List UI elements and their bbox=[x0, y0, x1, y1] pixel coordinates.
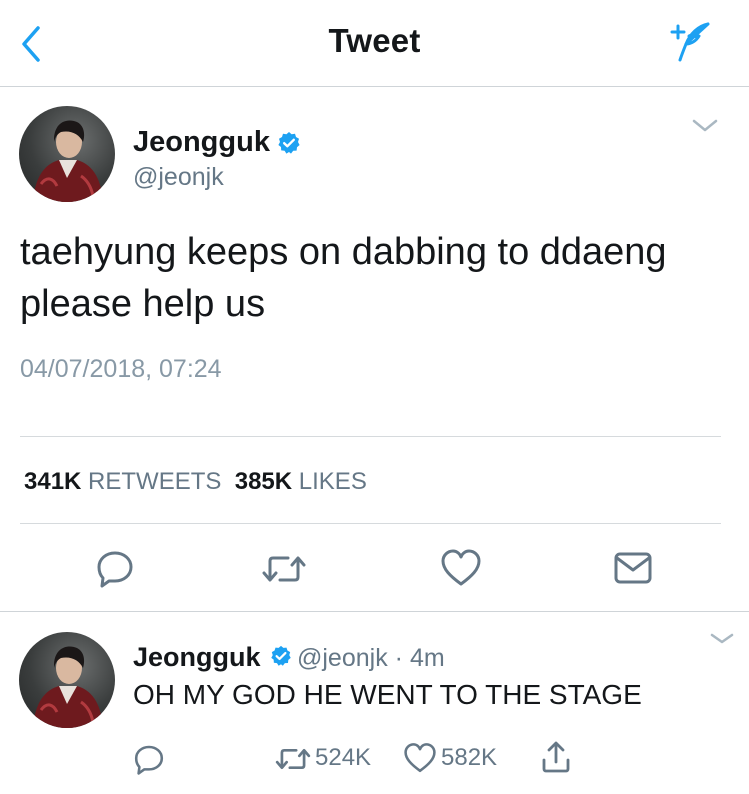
verified-badge-icon bbox=[270, 645, 292, 667]
author-name[interactable]: Jeongguk bbox=[133, 642, 261, 673]
retweets-label: RETWEETS bbox=[88, 468, 222, 495]
retweet-button[interactable] bbox=[274, 743, 312, 775]
like-count: 582K bbox=[441, 744, 498, 771]
likes-stat[interactable]: 385K LIKES bbox=[235, 468, 367, 495]
compose-tweet-icon bbox=[670, 22, 710, 62]
like-icon bbox=[441, 549, 481, 586]
chevron-down-icon bbox=[692, 119, 718, 132]
retweet-icon bbox=[262, 556, 306, 582]
profile-photo bbox=[33, 120, 103, 202]
profile-photo bbox=[33, 646, 103, 728]
relative-time: 4m bbox=[409, 644, 445, 672]
retweets-count: 341K bbox=[24, 468, 82, 495]
avatar[interactable] bbox=[19, 632, 115, 728]
reply-icon bbox=[97, 551, 133, 588]
tweet-options-button[interactable] bbox=[690, 116, 720, 136]
compose-tweet-button[interactable] bbox=[664, 18, 714, 66]
reply-button[interactable] bbox=[95, 548, 135, 588]
divider bbox=[0, 611, 749, 612]
meta-separator: · bbox=[394, 644, 403, 672]
author-handle[interactable]: @jeonjk bbox=[133, 163, 224, 192]
tweet-timestamp: 04/07/2018, 07:24 bbox=[20, 355, 222, 383]
retweets-stat[interactable]: 341K RETWEETS bbox=[24, 468, 221, 495]
tweet-stats: 341K RETWEETS 385K LIKES bbox=[24, 468, 367, 496]
chevron-down-icon bbox=[710, 633, 734, 644]
divider bbox=[20, 436, 721, 437]
like-button[interactable] bbox=[403, 742, 437, 774]
reply-meta: @jeonjk · 4m bbox=[297, 644, 445, 673]
reply-icon bbox=[134, 745, 164, 775]
tweet-options-button[interactable] bbox=[708, 630, 736, 648]
avatar[interactable] bbox=[19, 106, 115, 202]
tweet-text: taehyung keeps on dabbing to ddaeng plea… bbox=[20, 231, 667, 325]
like-icon bbox=[404, 743, 436, 773]
likes-label: LIKES bbox=[298, 468, 367, 495]
retweet-count: 524K bbox=[315, 744, 372, 771]
author-name[interactable]: Jeongguk bbox=[133, 126, 270, 159]
verified-badge-icon bbox=[277, 131, 301, 155]
page-title: Tweet bbox=[328, 22, 421, 59]
likes-count: 385K bbox=[234, 468, 293, 495]
direct-message-button[interactable] bbox=[612, 548, 654, 588]
tweet-text: OH MY GOD HE WENT TO THE STAGE bbox=[133, 679, 642, 710]
retweet-icon bbox=[275, 748, 311, 770]
author-handle[interactable]: @jeonjk bbox=[297, 644, 388, 672]
share-icon bbox=[542, 741, 570, 773]
share-button[interactable] bbox=[540, 740, 572, 774]
retweet-button[interactable] bbox=[260, 549, 308, 589]
reply-button[interactable] bbox=[133, 743, 165, 775]
direct-message-icon bbox=[614, 552, 652, 584]
divider bbox=[20, 523, 721, 524]
like-button[interactable] bbox=[440, 548, 482, 588]
